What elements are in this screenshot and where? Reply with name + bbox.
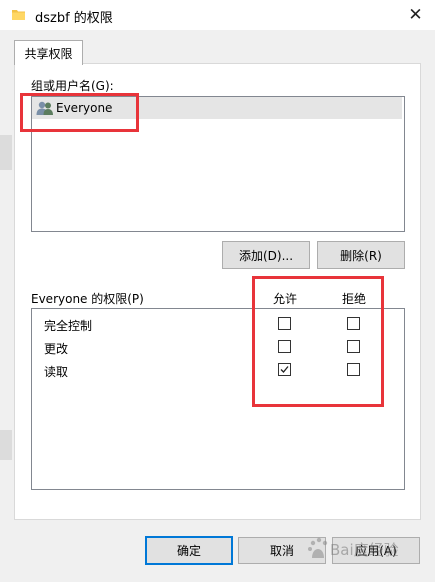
permissions-label: Everyone 的权限(P): [31, 292, 144, 306]
close-button[interactable]: ✕: [396, 0, 435, 30]
tab-label: 共享权限: [24, 46, 73, 61]
remove-button-label: 删除(R): [340, 248, 382, 263]
background-window-edge: [0, 430, 12, 460]
ok-button-label: 确定: [176, 544, 201, 558]
add-button-label: 添加(D)...: [238, 248, 294, 263]
permission-name: 更改: [44, 342, 69, 356]
window-title: dszbf 的权限: [35, 11, 113, 26]
remove-button[interactable]: 删除(R): [317, 241, 405, 269]
watermark-text: Bai度经验: [330, 541, 399, 559]
highlight-box-user: [20, 93, 139, 132]
permission-name: 完全控制: [44, 319, 93, 333]
highlight-box-permissions: [252, 276, 384, 407]
close-icon: ✕: [408, 5, 423, 25]
permission-name: 读取: [44, 365, 69, 379]
background-window-edge: [0, 135, 12, 170]
cancel-button-label: 取消: [269, 544, 294, 558]
add-button[interactable]: 添加(D)...: [222, 241, 310, 269]
baidu-watermark: Bai度经验: [308, 537, 399, 559]
ok-button[interactable]: 确定: [145, 536, 233, 565]
users-label: 组或用户名(G):: [31, 79, 114, 93]
tab-share-permissions[interactable]: 共享权限: [14, 40, 83, 65]
folder-icon: [12, 10, 25, 20]
